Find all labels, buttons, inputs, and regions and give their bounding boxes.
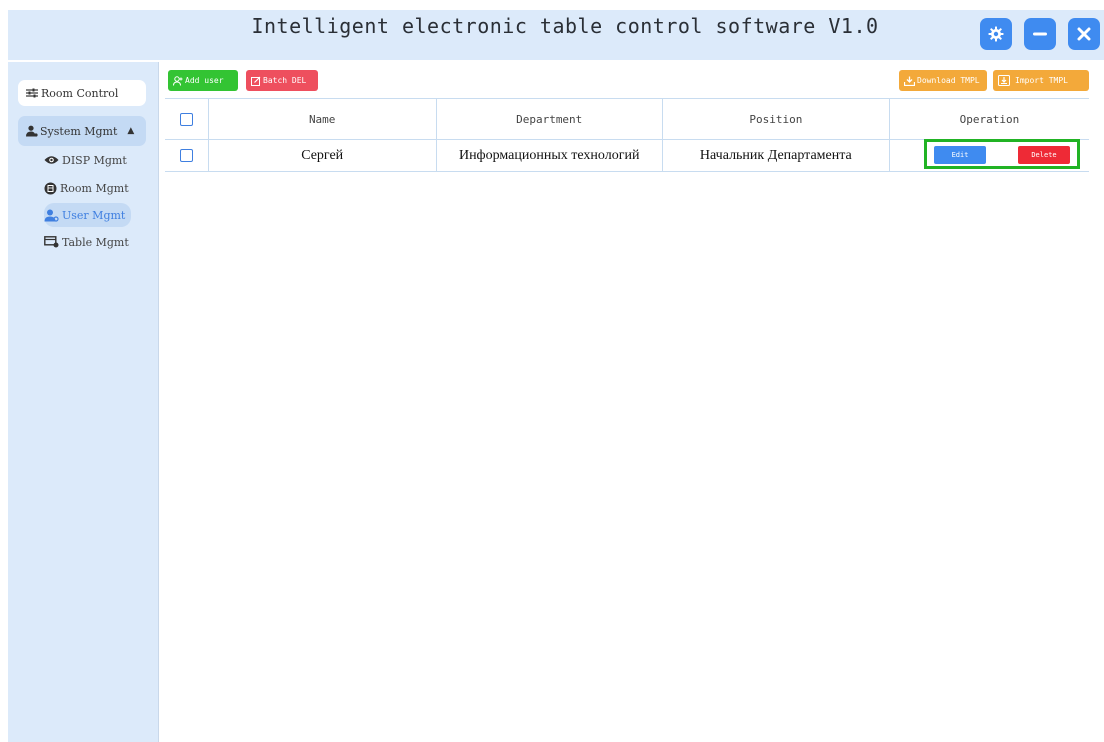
- column-header-operation: Operation: [888, 98, 1089, 140]
- add-user-button[interactable]: Add user: [168, 70, 238, 91]
- sidebar-item-table-mgmt[interactable]: Table Mgmt: [44, 230, 135, 254]
- minimize-button[interactable]: [1024, 18, 1056, 50]
- table-header-row: Name Department Position Operation: [165, 98, 1089, 140]
- column-header-position[interactable]: Position: [661, 98, 890, 140]
- sliders-icon: [26, 88, 38, 98]
- column-header-department[interactable]: Department: [435, 98, 663, 140]
- download-icon: [904, 76, 915, 86]
- content-divider: [158, 62, 159, 742]
- sidebar-item-label: Room Mgmt: [60, 181, 129, 195]
- add-user-label: Add user: [185, 76, 224, 85]
- room-control-label: Room Control: [41, 86, 119, 100]
- delete-button[interactable]: Delete: [1018, 146, 1070, 164]
- user-gear-icon: [26, 125, 38, 137]
- table-icon: [44, 236, 59, 248]
- column-header-name[interactable]: Name: [207, 98, 437, 140]
- eye-icon: [44, 155, 59, 165]
- download-template-label: Download TMPL: [917, 76, 980, 85]
- users-icon: [44, 209, 59, 222]
- sidebar-item-label: User Mgmt: [62, 208, 126, 222]
- add-user-icon: [173, 75, 183, 86]
- sidebar-item-label: DISP Mgmt: [62, 153, 127, 167]
- gear-icon: [988, 26, 1004, 42]
- settings-button[interactable]: [980, 18, 1012, 50]
- window-title: Intelligent electronic table control sof…: [251, 14, 879, 38]
- caret-up-icon: ▲: [127, 126, 135, 136]
- minus-icon: [1031, 25, 1049, 43]
- edit-button[interactable]: Edit: [934, 146, 986, 164]
- import-template-label: Import TMPL: [1015, 76, 1068, 85]
- cell-name: Сергей: [207, 139, 437, 172]
- batch-delete-button[interactable]: Batch DEL: [246, 70, 318, 91]
- cell-department: Информационных технологий: [435, 139, 663, 172]
- room-control-button[interactable]: Room Control: [18, 80, 146, 106]
- import-icon: [998, 75, 1010, 86]
- system-mgmt-menu[interactable]: System Mgmt ▲: [18, 116, 146, 146]
- sidebar-item-label: Table Mgmt: [62, 235, 129, 249]
- close-button[interactable]: [1068, 18, 1100, 50]
- edit-box-icon: [251, 76, 261, 86]
- import-template-button[interactable]: Import TMPL: [993, 70, 1089, 91]
- cell-position: Начальник Департамента: [661, 139, 890, 172]
- room-icon: [44, 182, 57, 195]
- row-checkbox[interactable]: [179, 148, 193, 162]
- system-mgmt-label: System Mgmt: [40, 124, 118, 138]
- download-template-button[interactable]: Download TMPL: [899, 70, 987, 91]
- close-icon: [1075, 25, 1093, 43]
- batch-delete-label: Batch DEL: [263, 76, 307, 85]
- select-all-cell: [165, 98, 209, 140]
- select-all-checkbox[interactable]: [179, 112, 193, 126]
- sidebar-item-user-mgmt[interactable]: User Mgmt: [44, 203, 132, 227]
- row-select-cell: [165, 139, 209, 172]
- sidebar-item-room-mgmt[interactable]: Room Mgmt: [44, 176, 135, 200]
- sidebar-item-disp-mgmt[interactable]: DISP Mgmt: [44, 148, 133, 172]
